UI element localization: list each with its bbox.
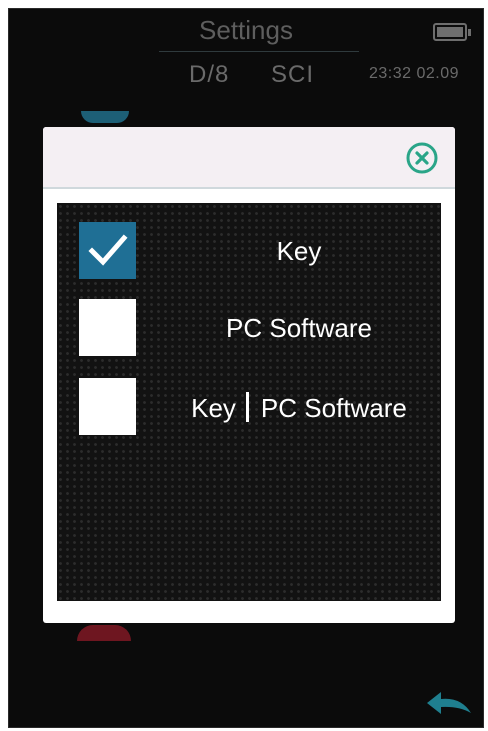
datetime: 23:32 02.09 (369, 65, 459, 83)
separator-bar (245, 392, 249, 422)
option-label-part-pc: PC Software (260, 393, 407, 423)
date-text: 02.09 (416, 65, 460, 82)
back-arrow-icon (427, 692, 471, 714)
close-circle-icon (406, 142, 438, 174)
specular-mode: SCI (271, 61, 315, 88)
option-key-and-pc-software[interactable]: Key PC Software (57, 378, 441, 436)
checkbox-key-and-pc-software[interactable] (79, 378, 136, 435)
checkbox-pc-software[interactable] (79, 299, 136, 356)
option-key[interactable]: Key (57, 222, 441, 280)
option-label: Key PC Software (157, 392, 441, 424)
background-menu-icon-bottom (77, 625, 131, 641)
device-screen: Settings D/8 SCI 23:32 02.09 Key PC Soft… (8, 8, 484, 728)
selection-dialog: Key PC Software Key PC Software (43, 127, 455, 623)
time-text: 23:32 (369, 65, 412, 82)
checkmark-icon (88, 234, 128, 266)
dialog-header (43, 127, 455, 189)
option-label-part-key: Key (191, 393, 236, 423)
close-button[interactable] (405, 141, 439, 175)
battery-level (437, 27, 463, 37)
measurement-geometry: D/8 (189, 61, 230, 88)
option-label: PC Software (226, 313, 372, 343)
battery-icon (433, 23, 471, 41)
option-label: Key (276, 236, 322, 266)
title-divider (159, 51, 359, 52)
background-menu-icon-top (81, 111, 129, 123)
checkbox-key[interactable] (79, 222, 136, 279)
options-panel: Key PC Software Key PC Software (57, 203, 441, 601)
page-title: Settings (199, 15, 293, 45)
back-button[interactable] (425, 689, 475, 717)
status-header: Settings D/8 SCI 23:32 02.09 (9, 9, 483, 109)
option-pc-software[interactable]: PC Software (57, 299, 441, 357)
